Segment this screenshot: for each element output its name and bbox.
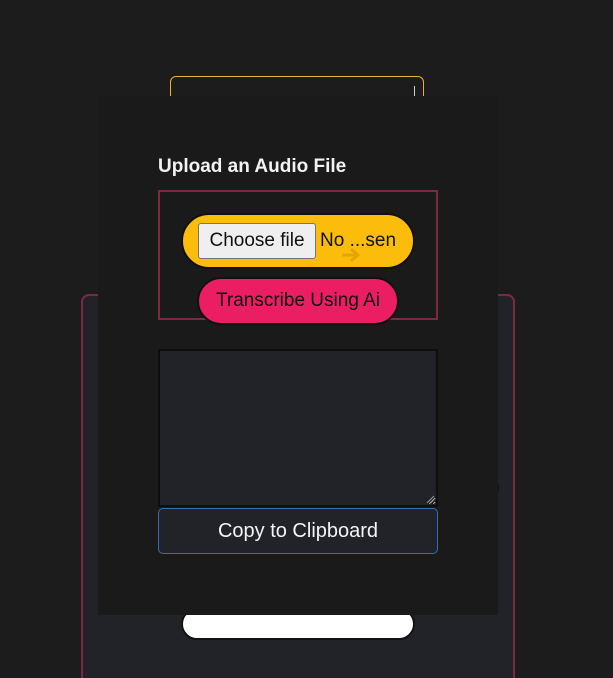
modal-title: Upload an Audio File — [158, 156, 347, 177]
file-input[interactable]: Choose file No ...sen — [181, 213, 415, 269]
upload-box: Choose file No ...sen Transcribe Using A… — [158, 190, 438, 325]
transcribe-button[interactable]: Transcribe Using Ai — [197, 277, 399, 325]
choose-file-button[interactable]: Choose file — [198, 223, 316, 259]
upload-modal: Upload an Audio File Choose file No ...s… — [98, 96, 498, 615]
app-stage: Upload an Audio File Choose file No ...s… — [0, 0, 613, 678]
resize-grip-icon[interactable] — [426, 495, 435, 504]
copy-to-clipboard-button[interactable]: Copy to Clipboard — [158, 508, 438, 554]
arrow-cursor-icon — [342, 248, 360, 262]
transcript-textarea[interactable] — [158, 349, 438, 507]
